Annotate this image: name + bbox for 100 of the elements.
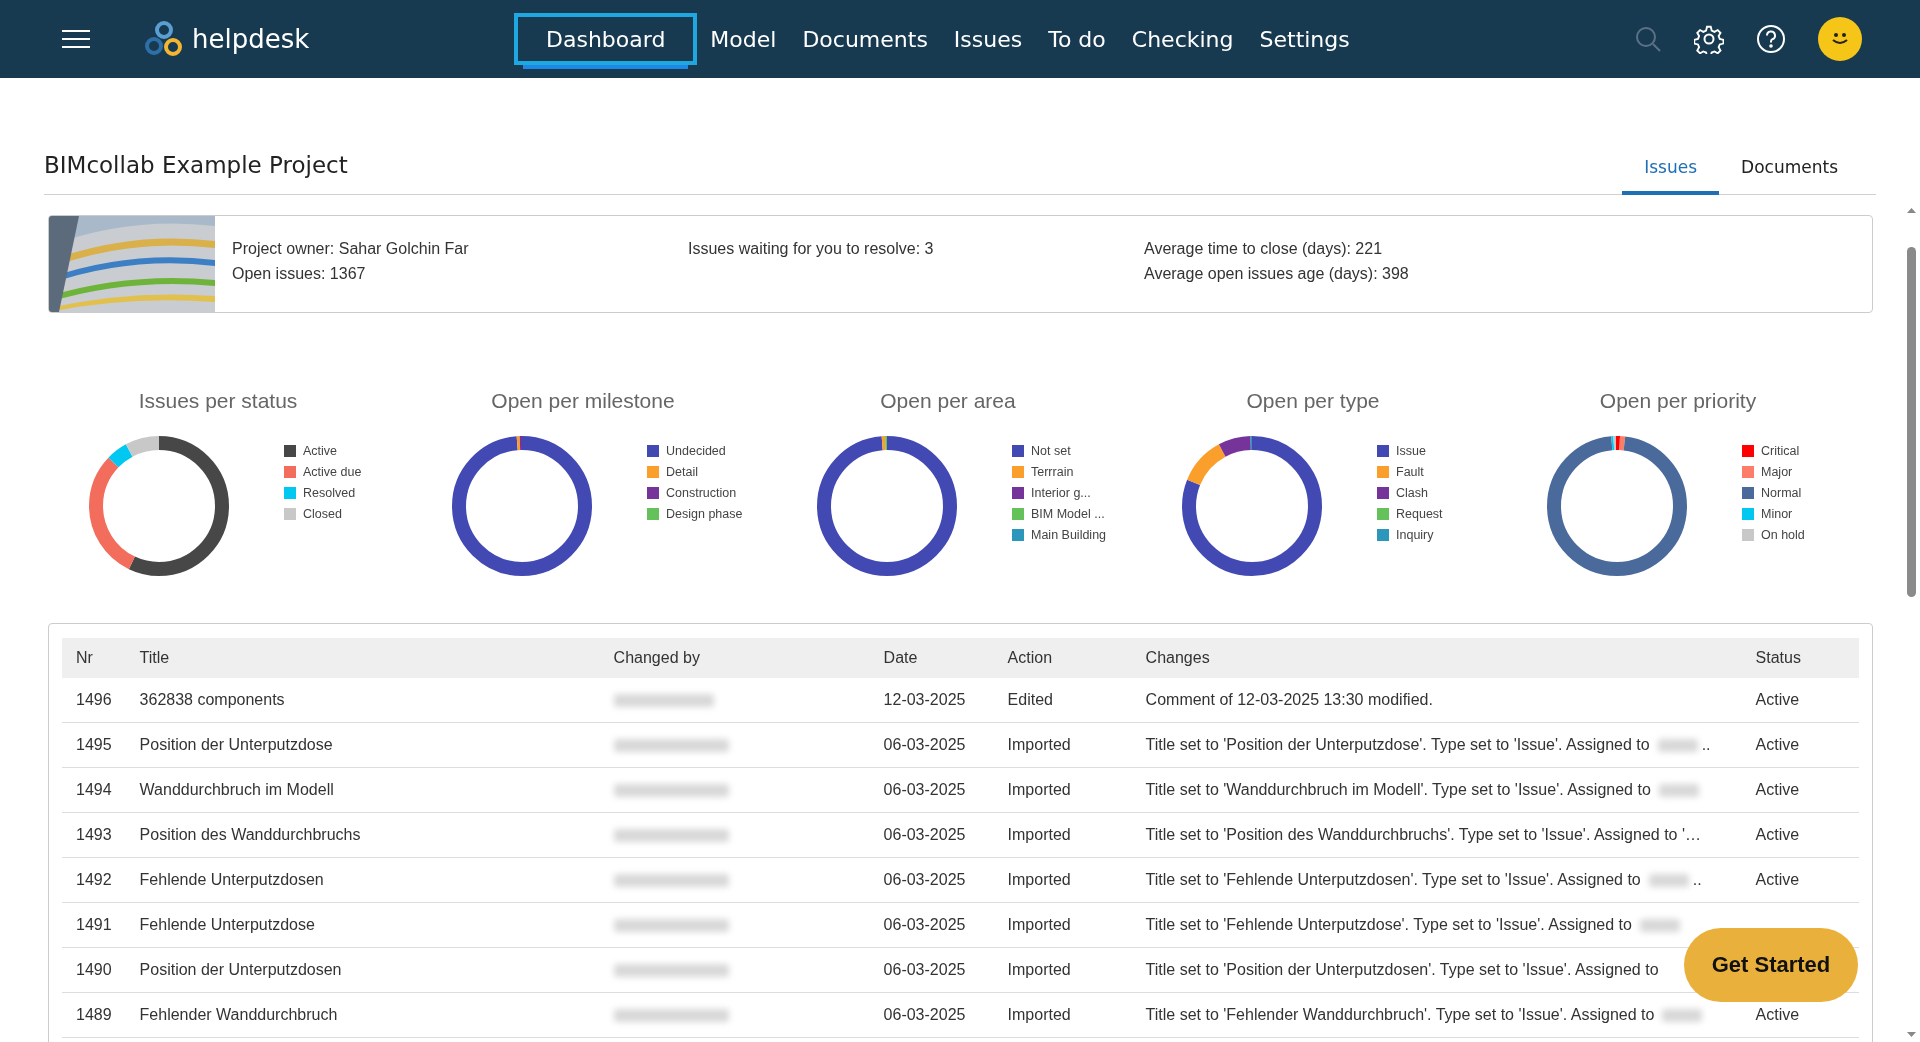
ellipsis: .. — [1701, 736, 1711, 753]
legend-label: On hold — [1761, 528, 1805, 542]
project-title: BIMcollab Example Project — [44, 152, 348, 178]
table-cell: Imported — [993, 902, 1132, 948]
change-text: Title set to 'Position der Unterputzdosen'. Type set to 'Issue'. Assigned to — [1145, 961, 1659, 978]
search-icon[interactable] — [1634, 25, 1662, 53]
help-icon[interactable] — [1756, 24, 1786, 54]
logo-text: helpdesk — [192, 24, 310, 54]
ellipsis: .. — [1692, 871, 1702, 888]
get-started-button[interactable]: Get Started — [1684, 928, 1858, 1002]
table-cell: Fehlender Wanddurchbruch — [125, 992, 600, 1038]
legend-label: Fault — [1396, 465, 1424, 479]
table-cell: 06-03-2025 — [869, 722, 994, 768]
table-cell: Position des Wanddurchbruchs — [125, 812, 600, 858]
chart-title: Open per type — [1245, 389, 1381, 413]
table-cell: 12-03-2025 — [869, 678, 994, 723]
legend-label: Main Building — [1031, 528, 1107, 542]
change-text: Comment of 12-03-2025 13:30 modified. — [1145, 691, 1433, 708]
nav-tab[interactable]: Settings — [1246, 26, 1363, 52]
status-text: Active — [1755, 691, 1800, 708]
legend-label: Normal — [1761, 486, 1802, 500]
nav-tab[interactable]: Model — [697, 26, 790, 52]
legend-label: Critical — [1761, 444, 1800, 458]
table-cell: Edited — [993, 678, 1132, 723]
chart-title: Open per milestone — [490, 389, 676, 413]
settings-icon[interactable] — [1694, 24, 1724, 54]
legend-label: Closed — [303, 507, 342, 521]
chart-title: Open per priority — [1598, 389, 1758, 413]
table-cell: Position der Unterputzdose — [125, 722, 600, 768]
table-cell: 1494 — [62, 767, 126, 813]
legend-label: Detail — [666, 465, 698, 479]
nav-tab[interactable]: Checking — [1118, 26, 1247, 52]
legend-label: Request — [1396, 507, 1443, 521]
table-cell: Imported — [993, 857, 1132, 903]
legend-label: Active due — [303, 465, 362, 479]
status-text: Active — [1755, 1006, 1800, 1023]
legend-label: Not set — [1031, 444, 1071, 458]
nav-tab[interactable]: To do — [1035, 26, 1119, 52]
table-cell: 06-03-2025 — [869, 992, 994, 1038]
column-header: Changed by — [599, 638, 870, 678]
legend-label: Design phase — [666, 507, 743, 521]
table-cell: 1490 — [62, 947, 126, 993]
table-cell: 1496 — [62, 678, 126, 723]
table-cell: 06-03-2025 — [869, 812, 994, 858]
table-cell: 06-03-2025 — [869, 947, 994, 993]
scrollbar-thumb[interactable] — [1907, 247, 1916, 597]
table-cell: 06-03-2025 — [869, 857, 994, 903]
legend-label: BIM Model ... — [1031, 507, 1105, 521]
change-text: Title set to 'Fehlender Wanddurchbruch'. Type set to 'Issue'. Assigned to — [1145, 1006, 1655, 1023]
project-stat: Project owner: Sahar Golchin Far — [232, 240, 470, 258]
table-cell: Fehlende Unterputzdosen — [125, 857, 600, 903]
table-cell: Imported — [993, 767, 1132, 813]
legend-label: Active — [303, 444, 338, 458]
column-header: Changes — [1131, 638, 1742, 678]
logo-icon — [144, 20, 184, 58]
status-text: Active — [1755, 871, 1800, 888]
legend-label: Terrrain — [1031, 465, 1074, 479]
table-cell: Wanddurchbruch im Modell — [125, 767, 600, 813]
table-cell: 1489 — [62, 992, 126, 1038]
change-text: Title set to 'Position des Wanddurchbruchs'. Type set to 'Issue'. Assigned to '… — [1145, 826, 1701, 843]
column-header: Nr — [62, 638, 126, 678]
table-cell: 1491 — [62, 902, 126, 948]
legend-label: Undecided — [666, 444, 726, 458]
project-stat: Average time to close (days): 221 — [1144, 240, 1384, 258]
legend-label: Interior g... — [1031, 486, 1091, 500]
table-cell: Imported — [993, 992, 1132, 1038]
status-text: Active — [1755, 826, 1800, 843]
table-cell: 06-03-2025 — [869, 767, 994, 813]
legend-label: Inquiry — [1396, 528, 1434, 542]
nav-tab[interactable]: Issues — [940, 26, 1036, 52]
table-cell: 06-03-2025 — [869, 902, 994, 948]
table-cell: Imported — [993, 947, 1132, 993]
column-header: Status — [1741, 638, 1859, 678]
change-text: Title set to 'Fehlende Unterputzdosen'. Type set to 'Issue'. Assigned to — [1145, 871, 1641, 888]
chart-title: Open per area — [879, 389, 1017, 413]
avatar[interactable] — [1818, 17, 1862, 61]
change-text: Title set to 'Position der Unterputzdose'. Type set to 'Issue'. Assigned to — [1145, 736, 1650, 753]
table-cell: 362838 components — [125, 678, 600, 723]
change-text: Title set to 'Fehlende Unterputzdose'. Type set to 'Issue'. Assigned to — [1145, 916, 1632, 933]
table-cell: Fehlende Unterputzdose — [125, 902, 600, 948]
view-tab[interactable]: Issues — [1622, 157, 1720, 195]
legend-label: Minor — [1761, 507, 1793, 521]
column-header: Title — [125, 638, 600, 678]
legend-label: Construction — [666, 486, 737, 500]
legend-label: Major — [1761, 465, 1793, 479]
column-header: Date — [869, 638, 994, 678]
view-tab[interactable]: Documents — [1719, 157, 1860, 195]
menu-icon[interactable] — [62, 29, 90, 49]
nav-tab[interactable]: Documents — [789, 26, 941, 52]
chart-title: Issues per status — [137, 389, 299, 413]
table-cell: 1493 — [62, 812, 126, 858]
table-cell: Imported — [993, 812, 1132, 858]
legend-label: Resolved — [303, 486, 356, 500]
project-stat: Average open issues age (days): 398 — [1144, 265, 1410, 283]
column-header: Action — [993, 638, 1132, 678]
project-stat: Open issues: 1367 — [232, 265, 367, 283]
change-text: Title set to 'Wanddurchbruch im Modell'. Type set to 'Issue'. Assigned to — [1145, 781, 1651, 798]
table-cell: Imported — [993, 722, 1132, 768]
status-text: Active — [1755, 736, 1800, 753]
table-cell: 1495 — [62, 722, 126, 768]
